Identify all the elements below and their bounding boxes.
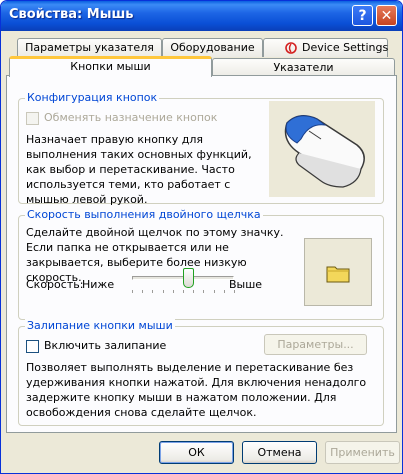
close-icon: ✕ bbox=[380, 7, 393, 24]
test-area[interactable] bbox=[304, 238, 372, 306]
folder-icon bbox=[326, 266, 350, 283]
tab-device-settings[interactable]: Device Settings bbox=[263, 38, 388, 57]
synaptics-logo-icon bbox=[285, 42, 297, 54]
mouse-icon bbox=[284, 115, 365, 188]
slider-tick bbox=[203, 290, 205, 293]
swap-buttons-label: Обменять назначение кнопок bbox=[44, 111, 218, 124]
help-button[interactable]: ? bbox=[352, 5, 373, 26]
slider-tick bbox=[183, 290, 184, 293]
slider-thumb[interactable] bbox=[183, 268, 195, 288]
mouse-image-frame bbox=[269, 101, 375, 197]
click-lock-group: Залипание кнопки мыши Включить залипание… bbox=[18, 319, 384, 426]
help-icon: ? bbox=[358, 7, 367, 24]
slider-tick bbox=[213, 290, 215, 293]
tab-buttons[interactable]: Кнопки мыши bbox=[9, 56, 212, 77]
slider-tick bbox=[223, 290, 225, 293]
tab-hardware[interactable]: Оборудование bbox=[162, 38, 263, 57]
title-bar[interactable]: Свойства: Мышь ? ✕ bbox=[1, 1, 402, 31]
tab-device-settings-label: Device Settings bbox=[302, 41, 389, 54]
window-title: Свойства: Мышь bbox=[9, 7, 134, 22]
speed-label: Скорость: bbox=[26, 278, 84, 291]
slider-tick bbox=[162, 290, 164, 293]
apply-button[interactable]: Применить bbox=[325, 441, 400, 464]
double-click-title: Скорость выполнения двойного щелчка bbox=[25, 208, 263, 221]
click-lock-settings-button[interactable]: Параметры... bbox=[264, 334, 367, 355]
tab-pointer-options[interactable]: Параметры указателя bbox=[17, 38, 162, 57]
button-config-title: Конфигурация кнопок bbox=[25, 91, 160, 104]
double-click-group: Скорость выполнения двойного щелчка Сдел… bbox=[18, 208, 384, 320]
mouse-properties-dialog: Свойства: Мышь ? ✕ Параметры указателя О… bbox=[0, 0, 403, 474]
slider-tick bbox=[234, 290, 235, 293]
speed-low-label: Ниже bbox=[82, 278, 115, 291]
ok-button[interactable]: ОК bbox=[159, 441, 234, 464]
cancel-button[interactable]: Отмена bbox=[242, 441, 317, 464]
click-lock-description: Позволяет выполнять выделение и перетаск… bbox=[26, 361, 367, 419]
slider-tick bbox=[172, 290, 174, 293]
click-lock-title: Залипание кнопки мыши bbox=[25, 319, 175, 332]
slider-tick bbox=[193, 290, 195, 293]
click-lock-label: Включить залипание bbox=[44, 339, 167, 352]
slider-tick bbox=[132, 290, 133, 293]
button-config-group: Конфигурация кнопок Обменять назначение … bbox=[18, 91, 384, 206]
button-config-description: Назначает правую кнопку для выполнения т… bbox=[26, 133, 252, 206]
click-lock-checkbox[interactable] bbox=[26, 340, 39, 353]
close-button[interactable]: ✕ bbox=[376, 5, 397, 26]
slider-tick bbox=[152, 290, 154, 293]
swap-buttons-checkbox[interactable] bbox=[26, 112, 39, 125]
tab-panel: Конфигурация кнопок Обменять назначение … bbox=[6, 75, 397, 433]
slider-tick bbox=[142, 290, 144, 293]
